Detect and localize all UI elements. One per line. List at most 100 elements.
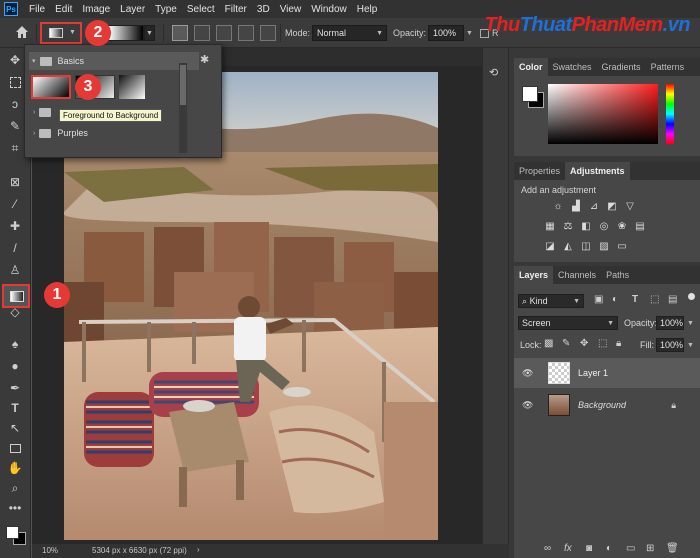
layer-row-layer-1[interactable]: 👁︎ Layer 1 <box>514 358 700 388</box>
layer-filter-select[interactable]: ⌕ Kind ▼ <box>518 294 584 308</box>
hue-slider[interactable] <box>666 84 674 144</box>
threshold-icon[interactable]: ◫ <box>580 240 592 252</box>
layer-row-background[interactable]: 👁︎ Background 🔒︎ <box>514 390 700 420</box>
pen-tool-icon[interactable]: ✒ <box>7 380 23 396</box>
tab-channels[interactable]: Channels <box>553 266 601 284</box>
menu-type[interactable]: Type <box>150 4 182 15</box>
chevron-down-icon[interactable]: ▼ <box>687 320 694 327</box>
lasso-tool-icon[interactable]: ↄ <box>7 96 23 112</box>
filter-pixel-icon[interactable]: ▣ <box>594 294 603 305</box>
levels-icon[interactable]: ▟ <box>570 200 582 212</box>
vibrance-icon[interactable]: ▽ <box>624 200 636 212</box>
menu-view[interactable]: View <box>275 4 307 15</box>
brightness-icon[interactable]: ☼ <box>552 200 564 212</box>
tab-adjustments[interactable]: Adjustments <box>565 162 630 180</box>
layer-opacity-input[interactable]: 100% <box>656 316 684 330</box>
tab-properties[interactable]: Properties <box>514 162 565 180</box>
tab-color[interactable]: Color <box>514 58 548 76</box>
more-tools-icon[interactable]: ••• <box>7 500 23 516</box>
selective-color-icon[interactable]: ▨ <box>598 240 610 252</box>
curves-icon[interactable]: ⊿ <box>588 200 600 212</box>
lock-all-icon[interactable]: 🔒︎ <box>616 338 621 349</box>
tab-gradients[interactable]: Gradients <box>597 58 646 76</box>
tab-swatches[interactable]: Swatches <box>548 58 597 76</box>
exposure-icon[interactable]: ◩ <box>606 200 618 212</box>
home-icon[interactable] <box>14 24 30 40</box>
filter-adjustment-icon[interactable]: ◐ <box>612 294 618 305</box>
popup-scrollbar[interactable] <box>179 63 187 153</box>
type-tool-icon[interactable]: T <box>7 400 23 416</box>
eye-icon[interactable]: 👁︎ <box>522 400 536 411</box>
posterize-icon[interactable]: ◭ <box>562 240 574 252</box>
lock-image-icon[interactable]: ✎ <box>562 338 570 349</box>
trash-icon[interactable]: 🗑︎ <box>666 543 679 554</box>
menu-image[interactable]: Image <box>77 4 115 15</box>
blur-tool-icon[interactable]: ♠ <box>7 336 23 352</box>
eye-icon[interactable]: 👁︎ <box>522 368 536 379</box>
gradient-group-basics[interactable]: ▾ Basics <box>29 52 199 70</box>
brush-tool-icon[interactable]: / <box>7 240 23 256</box>
diamond-gradient-button[interactable] <box>260 25 276 41</box>
filter-toggle[interactable] <box>688 293 695 300</box>
black-white-icon[interactable]: ◧ <box>580 220 592 232</box>
filter-shape-icon[interactable]: ⬚ <box>650 294 659 305</box>
gradient-swatch-foreground-to-background[interactable] <box>31 75 71 99</box>
mode-select[interactable]: Normal ▼ <box>312 25 387 41</box>
frame-tool-icon[interactable]: ⊠ <box>7 174 23 190</box>
invert-icon[interactable]: ◪ <box>544 240 556 252</box>
menu-file[interactable]: File <box>24 4 50 15</box>
fill-input[interactable]: 100% <box>656 338 684 352</box>
history-panel-icon[interactable]: ⟲ <box>489 66 503 80</box>
filter-smart-icon[interactable]: ▤ <box>668 294 677 305</box>
linear-gradient-button[interactable] <box>172 25 188 41</box>
zoom-level[interactable]: 10% <box>42 546 58 555</box>
adjustment-layer-icon[interactable]: ◐ <box>606 543 612 554</box>
chevron-down-icon[interactable]: ▼ <box>687 342 694 349</box>
quick-select-tool-icon[interactable]: ✎ <box>7 118 23 134</box>
lock-position-icon[interactable]: ✥ <box>580 338 588 349</box>
chevron-right-icon[interactable]: › <box>197 545 200 554</box>
crop-tool-icon[interactable]: ⌗ <box>7 140 23 156</box>
new-layer-icon[interactable]: ⊞ <box>646 543 654 554</box>
link-layers-icon[interactable]: ∞ <box>544 543 551 554</box>
layer-style-icon[interactable]: fx <box>564 543 572 554</box>
menu-window[interactable]: Window <box>306 4 352 15</box>
gradient-group-purples[interactable]: › Purples <box>29 124 199 142</box>
radial-gradient-button[interactable] <box>194 25 210 41</box>
gradient-preview[interactable] <box>108 25 144 41</box>
reflected-gradient-button[interactable] <box>238 25 254 41</box>
opacity-input[interactable]: 100% <box>428 25 464 41</box>
dodge-tool-icon[interactable]: ● <box>7 358 23 374</box>
photo-filter-icon[interactable]: ◎ <box>598 220 610 232</box>
zoom-tool-icon[interactable]: ⌕ <box>7 480 23 496</box>
menu-3d[interactable]: 3D <box>252 4 275 15</box>
chevron-down-icon[interactable]: ▼ <box>466 30 473 37</box>
path-select-tool-icon[interactable]: ↖ <box>7 420 23 436</box>
tab-layers[interactable]: Layers <box>514 266 554 284</box>
hand-tool-icon[interactable]: ✋ <box>7 460 23 476</box>
gradient-tool-button[interactable] <box>2 284 30 308</box>
menu-filter[interactable]: Filter <box>220 4 252 15</box>
filter-type-icon[interactable]: T <box>632 294 638 305</box>
menu-layer[interactable]: Layer <box>115 4 150 15</box>
move-tool-icon[interactable]: ✥ <box>7 52 23 68</box>
blend-mode-select[interactable]: Screen ▼ <box>518 316 618 330</box>
color-lookup-icon[interactable]: ▤ <box>634 220 646 232</box>
healing-brush-tool-icon[interactable]: ✚ <box>7 218 23 234</box>
foreground-color-swatch[interactable] <box>522 86 538 102</box>
eyedropper-tool-icon[interactable]: ⁄ <box>7 196 23 212</box>
gradient-dropdown-button[interactable]: ▼ <box>144 25 155 41</box>
group-folder-icon[interactable]: ▭ <box>626 543 635 554</box>
layer-mask-icon[interactable]: ◙ <box>586 543 592 554</box>
menu-select[interactable]: Select <box>182 4 220 15</box>
angle-gradient-button[interactable] <box>216 25 232 41</box>
hue-saturation-icon[interactable]: ▦ <box>544 220 556 232</box>
lock-transparent-icon[interactable]: ▩ <box>544 338 553 349</box>
clone-stamp-tool-icon[interactable]: ♙ <box>7 262 23 278</box>
foreground-color-swatch[interactable] <box>6 526 19 539</box>
color-balance-icon[interactable]: ⚖ <box>562 220 574 232</box>
gradient-swatch-black-white[interactable] <box>119 75 145 99</box>
gradient-map-icon[interactable]: ▭ <box>616 240 628 252</box>
menu-help[interactable]: Help <box>352 4 383 15</box>
channel-mixer-icon[interactable]: ❀ <box>616 220 628 232</box>
